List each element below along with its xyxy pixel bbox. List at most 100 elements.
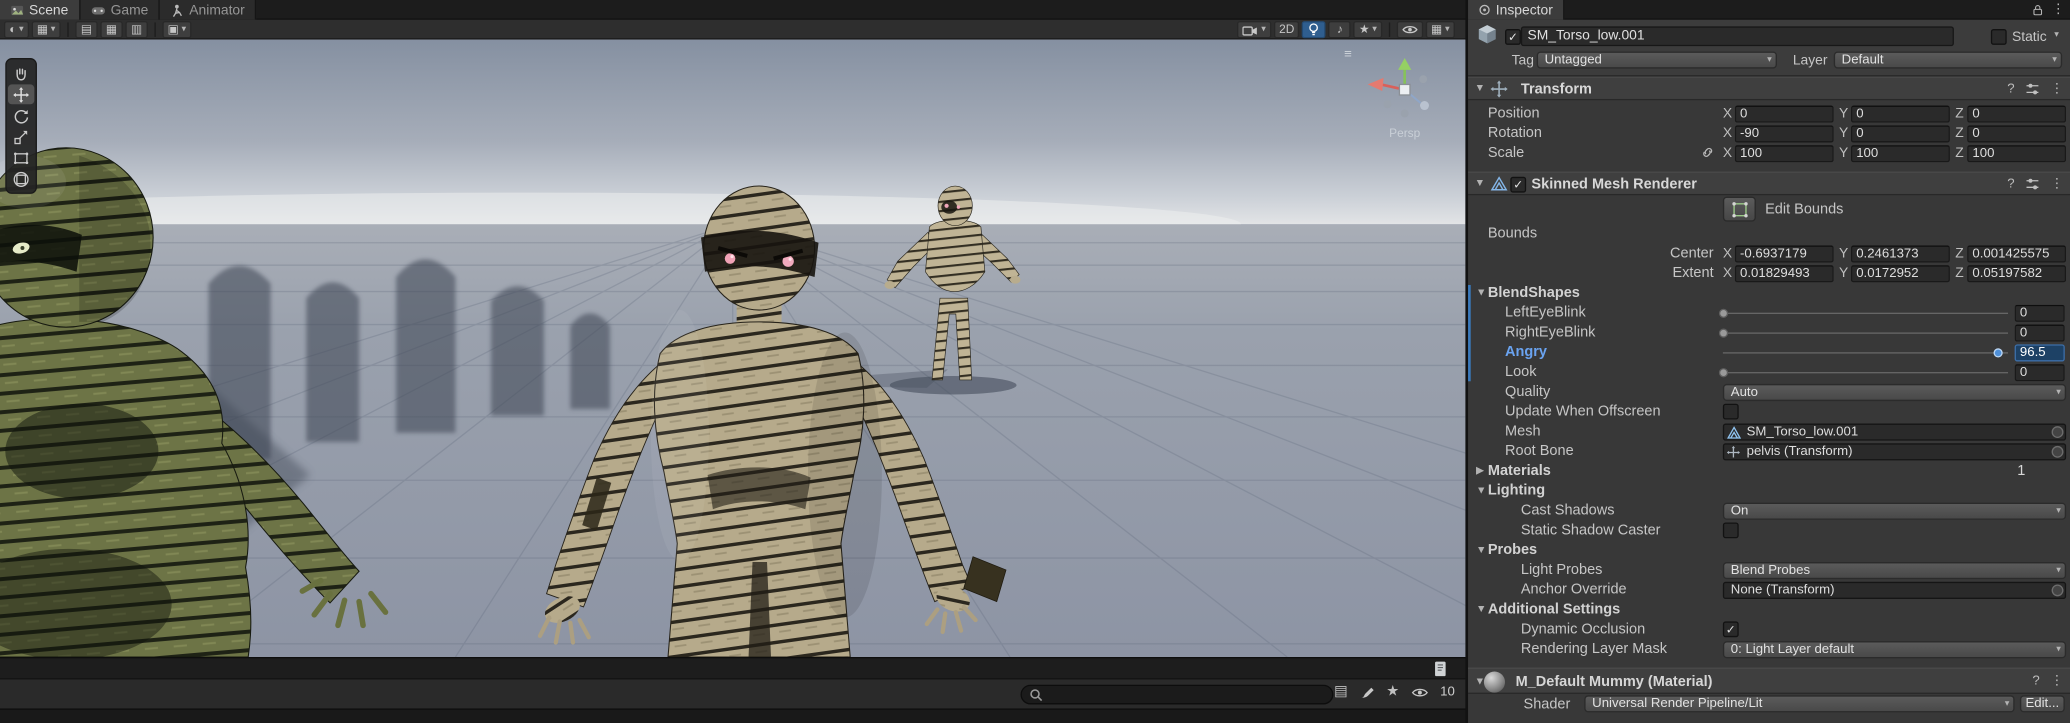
tool-transform-button[interactable] [8,169,34,189]
update-when-offscreen-checkbox[interactable] [1722,403,1739,420]
blendshape-slider-track[interactable] [1722,372,2009,374]
shader-edit-button[interactable]: Edit... [2019,695,2065,713]
extent-x-field[interactable]: 0.01829493 [1734,265,1834,283]
foldout-arrow-icon[interactable]: ▼ [1475,177,1485,189]
2d-toggle[interactable]: 2D [1273,21,1300,39]
kebab-menu-icon[interactable]: ⋮ [2050,675,2063,688]
rotation-x-field[interactable]: -90 [1734,125,1834,143]
blendshape-value-field[interactable]: 96.5 [2014,344,2065,362]
foldout-arrow-icon[interactable]: ▼ [1476,604,1486,615]
grid-axis-y-toggle[interactable]: ▦ [100,21,123,39]
kebab-menu-icon[interactable]: ⋮ [2050,82,2063,95]
layer-dropdown[interactable]: Default ▾ [1833,51,2063,69]
grid-visual-dropdown[interactable]: ▦ ▾ [1425,21,1455,39]
tab-game[interactable]: Game [80,0,161,20]
kebab-menu-icon[interactable]: ⋮ [2052,3,2065,18]
component-enabled-checkbox[interactable]: ✓ [1510,176,1527,193]
scale-x-field[interactable]: 100 [1734,145,1834,163]
help-icon[interactable]: ? [2007,177,2014,190]
foldout-arrow-icon[interactable]: ▶ [1476,465,1484,477]
tab-inspector[interactable]: Inspector [1468,0,1565,20]
scene-view-options-dropdown[interactable]: ▦ ▾ [31,21,61,39]
foldout-arrow-icon[interactable]: ▼ [1476,544,1486,556]
cast-shadows-dropdown[interactable]: On ▾ [1722,502,2067,520]
blendshape-value-field[interactable]: 0 [2014,304,2065,322]
material-preview-thumbnail[interactable] [1483,671,1506,693]
blendshape-slider-handle[interactable] [1993,348,2003,358]
foldout-arrow-icon[interactable]: ▼ [1475,82,1485,94]
scale-y-field[interactable]: 100 [1850,145,1950,163]
center-x-field[interactable]: -0.6937179 [1734,245,1834,263]
foldout-arrow-icon[interactable]: ▼ [1476,287,1486,299]
static-shadow-caster-checkbox[interactable] [1722,522,1739,539]
blendshape-slider-handle[interactable] [1718,368,1728,378]
grid-axis-z-toggle[interactable]: ▥ [125,21,148,39]
quality-dropdown[interactable]: Auto ▾ [1722,383,2067,402]
projection-label[interactable]: Persp [1362,127,1446,140]
rotation-y-field[interactable]: 0 [1850,125,1950,143]
foldout-arrow-icon[interactable]: ▼ [1476,485,1486,497]
blendshape-value-field[interactable]: 0 [2014,364,2065,382]
materials-count[interactable]: 1 [2017,463,2062,479]
camera-settings-dropdown[interactable]: ▾ [1237,21,1272,39]
list-view-icon[interactable]: ▤ [1334,684,1348,700]
preset-icon[interactable] [2025,82,2040,97]
extent-z-field[interactable]: 0.05197582 [1967,265,2067,283]
active-checkbox[interactable]: ✓ [1505,29,1521,45]
additional-settings-foldout-row[interactable]: ▼ Additional Settings [1468,600,2070,620]
mesh-object-field[interactable]: SM_Torso_low.001 [1722,423,2067,441]
tool-hand-button[interactable] [8,63,34,83]
edit-bounds-button[interactable] [1722,196,1756,222]
help-icon[interactable]: ? [2032,675,2039,688]
blendshape-slider-track[interactable] [1722,332,2009,334]
blendshape-slider-handle[interactable] [1718,308,1728,318]
blendshapes-title-row[interactable]: ▼ BlendShapes [1468,284,2070,304]
object-picker-icon[interactable] [2051,584,2064,597]
tab-scene[interactable]: Scene [0,0,81,20]
rotation-z-field[interactable]: 0 [1967,125,2067,143]
skinned-mesh-renderer-header[interactable]: ▼ ✓ Skinned Mesh Renderer ? ⋮ [1468,171,2070,196]
gizmo-axes-icon[interactable] [1362,55,1446,124]
tool-scale-button[interactable] [8,127,34,147]
scene-lighting-toggle[interactable] [1302,21,1326,39]
position-y-field[interactable]: 0 [1850,105,1950,123]
position-x-field[interactable]: 0 [1734,105,1834,123]
static-checkbox[interactable] [1990,29,2007,45]
scene-canvas[interactable] [0,39,1466,658]
shader-dropdown[interactable]: Universal Render Pipeline/Lit ▾ [1584,695,2015,713]
object-picker-icon[interactable] [2051,445,2064,458]
anchor-override-object-field[interactable]: None (Transform) [1722,581,2067,599]
preset-icon[interactable] [2025,177,2040,192]
dynamic-occlusion-checkbox[interactable]: ✓ [1722,621,1739,638]
brush-icon[interactable] [1360,685,1375,700]
hidden-objects-eye-icon[interactable] [1411,685,1428,698]
materials-row[interactable]: ▶ Materials 1 [1468,462,2070,482]
grid-axis-x-toggle[interactable]: ▤ [75,21,98,39]
extent-y-field[interactable]: 0.0172952 [1850,265,1950,283]
scene-visibility-toggle[interactable] [1396,21,1424,39]
favorites-star-icon[interactable]: ★ [1386,684,1399,700]
position-z-field[interactable]: 0 [1967,105,2067,123]
blendshape-slider-handle[interactable] [1718,328,1728,338]
light-probes-dropdown[interactable]: Blend Probes ▾ [1722,562,2067,580]
root-bone-object-field[interactable]: pelvis (Transform) [1722,443,2067,461]
link-scale-icon[interactable] [1700,145,1715,160]
center-y-field[interactable]: 0.2461373 [1850,245,1950,263]
effects-dropdown[interactable]: ★ ▾ [1353,21,1383,39]
scene-viewport[interactable]: ≡ Persp [0,39,1466,658]
lighting-foldout-row[interactable]: ▼ Lighting [1468,482,2070,502]
blendshape-slider-track[interactable] [1722,352,2009,354]
blendshape-slider-track[interactable] [1722,312,2009,314]
audio-toggle[interactable]: ♪ [1328,21,1352,39]
material-header[interactable]: ▼ M_Default Mummy (Material) ? ⋮ [1468,667,2070,694]
blendshape-value-field[interactable]: 0 [2014,324,2065,342]
object-picker-icon[interactable] [2051,426,2064,439]
name-field[interactable]: SM_Torso_low.001 [1520,26,1954,47]
render-mode-dropdown[interactable]: ◐ ▾ [3,21,29,39]
scale-z-field[interactable]: 100 [1967,145,2067,163]
document-icon[interactable] [1434,661,1447,677]
overlay-menu-icon[interactable]: ≡ [1344,48,1352,62]
tab-animator[interactable]: Animator [160,0,257,20]
orientation-gizmo[interactable]: Persp [1362,55,1446,140]
probes-foldout-row[interactable]: ▼ Probes [1468,541,2070,561]
